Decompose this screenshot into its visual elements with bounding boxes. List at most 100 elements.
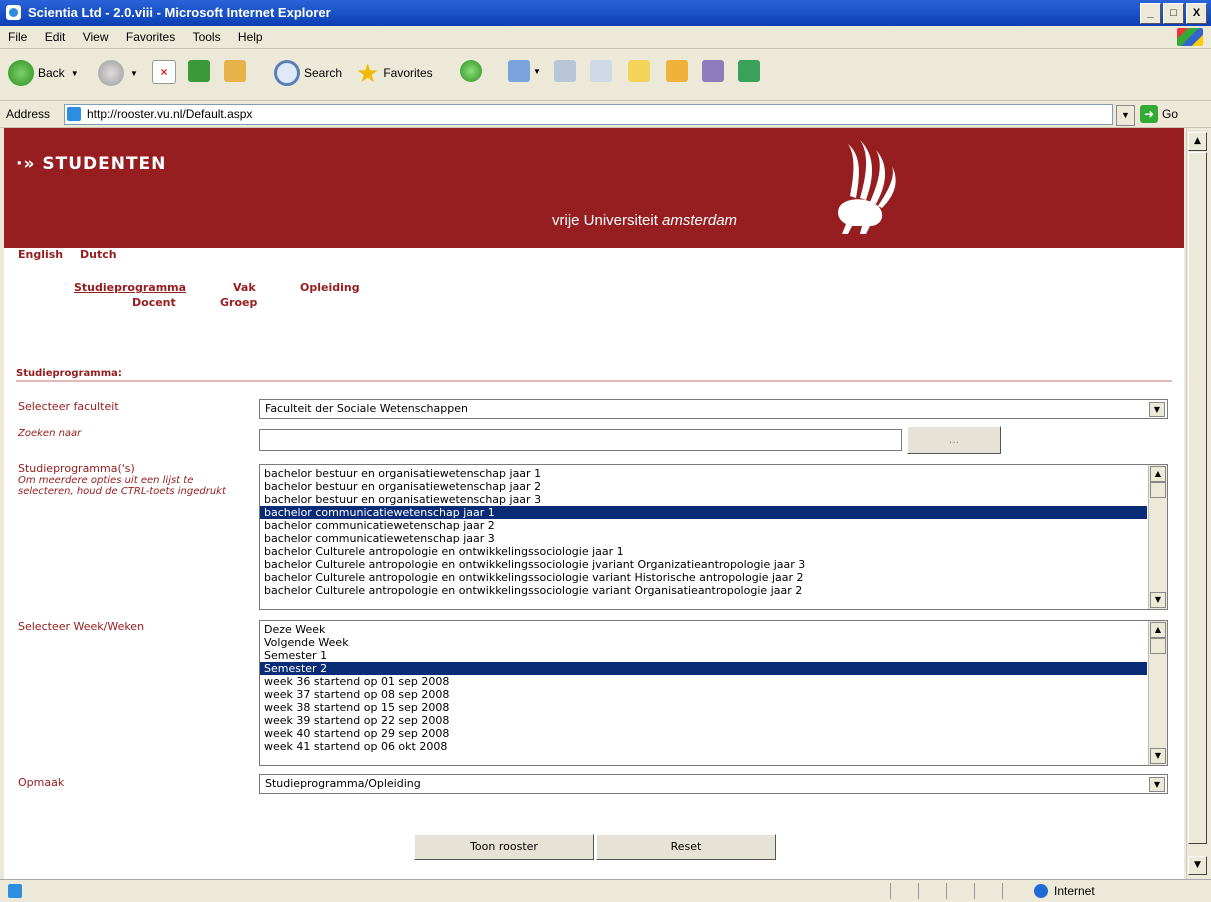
scroll-thumb[interactable] xyxy=(1188,152,1207,844)
scroll-down-icon[interactable]: ▼ xyxy=(1188,856,1207,875)
list-item[interactable]: bachelor Culturele antropologie en ontwi… xyxy=(260,571,1147,584)
back-label: Back xyxy=(38,66,65,80)
forward-button[interactable]: ▼ xyxy=(98,60,138,86)
forward-arrow-icon xyxy=(98,60,124,86)
close-button[interactable]: X xyxy=(1186,3,1207,24)
scroll-up-icon[interactable]: ▲ xyxy=(1150,466,1166,482)
window-title: Scientia Ltd - 2.0.viii - Microsoft Inte… xyxy=(28,5,331,20)
scroll-down-icon[interactable]: ▼ xyxy=(1150,748,1166,764)
list-item[interactable]: Semester 2 xyxy=(260,662,1147,675)
list-item[interactable]: bachelor communicatiewetenschap jaar 1 xyxy=(260,506,1147,519)
faculteit-select[interactable]: Faculteit der Sociale Wetenschappen ▼ xyxy=(259,399,1168,419)
list-item[interactable]: bachelor Culturele antropologie en ontwi… xyxy=(260,584,1147,597)
list-item[interactable]: bachelor Culturele antropologie en ontwi… xyxy=(260,558,1147,571)
messenger-button[interactable] xyxy=(666,60,688,82)
nav-groep-link[interactable]: Groep xyxy=(220,296,257,309)
programma-label-block: Studieprogramma('s) Om meerdere opties u… xyxy=(18,462,243,497)
list-item[interactable]: week 39 startend op 22 sep 2008 xyxy=(260,714,1147,727)
search-button-ellipsis[interactable]: ... xyxy=(907,426,1001,454)
edit-icon xyxy=(590,60,612,82)
address-bar: Address http://rooster.vu.nl/Default.asp… xyxy=(0,101,1211,128)
stop-icon: × xyxy=(152,60,176,84)
scroll-up-icon[interactable]: ▲ xyxy=(1150,622,1166,638)
reset-button[interactable]: Reset xyxy=(596,834,776,860)
programma-hint: Om meerdere opties uit een lijst te sele… xyxy=(18,475,226,497)
university-name: vrije Universiteit amsterdam xyxy=(552,212,737,229)
menu-tools[interactable]: Tools xyxy=(185,26,227,44)
opmaak-select[interactable]: Studieprogramma/Opleiding ▼ xyxy=(259,774,1168,794)
search-button[interactable]: Search xyxy=(274,60,342,86)
toon-rooster-button[interactable]: Toon rooster xyxy=(414,834,594,860)
scroll-thumb[interactable] xyxy=(1150,482,1166,498)
programma-listbox[interactable]: bachelor bestuur en organisatiewetenscha… xyxy=(259,464,1168,610)
week-listbox[interactable]: Deze Week Volgende Week Semester 1 Semester… xyxy=(259,620,1168,766)
globe-icon xyxy=(1034,884,1048,898)
list-item[interactable]: Volgende Week xyxy=(260,636,1147,649)
list-item[interactable]: Deze Week xyxy=(260,623,1147,636)
nav-vak-link[interactable]: Vak xyxy=(233,281,256,294)
address-label: Address xyxy=(6,107,51,121)
menu-help[interactable]: Help xyxy=(230,26,269,44)
menu-bar: File Edit View Favorites Tools Help xyxy=(0,26,1211,49)
home-button[interactable] xyxy=(224,60,246,82)
menu-edit[interactable]: Edit xyxy=(37,26,72,44)
stop-button[interactable]: × xyxy=(152,60,176,84)
list-item[interactable]: week 41 startend op 06 okt 2008 xyxy=(260,740,1147,753)
address-dropdown-icon[interactable]: ▼ xyxy=(1116,105,1135,126)
language-english-link[interactable]: English xyxy=(18,248,63,261)
scroll-up-icon[interactable]: ▲ xyxy=(1188,132,1207,151)
scroll-thumb[interactable] xyxy=(1150,638,1166,654)
listbox-scrollbar[interactable]: ▲ ▼ xyxy=(1148,465,1167,609)
list-item[interactable]: week 36 startend op 01 sep 2008 xyxy=(260,675,1147,688)
research-button[interactable] xyxy=(702,60,724,82)
list-item[interactable]: bachelor communicatiewetenschap jaar 2 xyxy=(260,519,1147,532)
studenten-brand: ·» STUDENTEN xyxy=(16,154,167,174)
print-button[interactable] xyxy=(554,60,576,82)
list-item[interactable]: bachelor communicatiewetenschap jaar 3 xyxy=(260,532,1147,545)
people-button[interactable] xyxy=(738,60,760,82)
status-pane xyxy=(890,883,915,899)
faculteit-label: Selecteer faculteit xyxy=(18,400,119,413)
mail-button[interactable]: ▼ xyxy=(508,60,541,82)
chevron-down-icon: ▼ xyxy=(1149,402,1165,417)
list-item[interactable]: week 37 startend op 08 sep 2008 xyxy=(260,688,1147,701)
page-status-icon xyxy=(8,884,22,898)
nav-studieprogramma-link[interactable]: Studieprogramma xyxy=(74,281,186,294)
list-item[interactable]: bachelor Culturele antropologie en ontwi… xyxy=(260,545,1147,558)
list-item[interactable]: week 38 startend op 15 sep 2008 xyxy=(260,701,1147,714)
list-item[interactable]: bachelor bestuur en organisatiewetenscha… xyxy=(260,467,1147,480)
language-dutch-link[interactable]: Dutch xyxy=(80,248,117,261)
go-button[interactable]: ➜ Go xyxy=(1140,105,1178,123)
status-pane xyxy=(946,883,971,899)
history-button[interactable] xyxy=(460,60,482,82)
refresh-button[interactable] xyxy=(188,60,210,82)
menu-file[interactable]: File xyxy=(0,26,33,44)
week-options: Deze Week Volgende Week Semester 1 Semester… xyxy=(260,621,1147,753)
minimize-button[interactable]: _ xyxy=(1140,3,1161,24)
list-item[interactable]: Semester 1 xyxy=(260,649,1147,662)
maximize-button[interactable]: □ xyxy=(1163,3,1184,24)
menu-view[interactable]: View xyxy=(75,26,115,44)
nav-docent-link[interactable]: Docent xyxy=(132,296,176,309)
status-pane xyxy=(1002,883,1027,899)
listbox-scrollbar[interactable]: ▲ ▼ xyxy=(1148,621,1167,765)
home-icon xyxy=(224,60,246,82)
page-scrollbar[interactable]: ▲ ▼ xyxy=(1186,128,1208,879)
back-button[interactable]: Back ▼ xyxy=(8,60,79,86)
ie-icon xyxy=(6,5,21,20)
menu-favorites[interactable]: Favorites xyxy=(118,26,181,44)
nav-opleiding-link[interactable]: Opleiding xyxy=(300,281,360,294)
forward-dropdown-icon: ▼ xyxy=(130,68,138,78)
list-item[interactable]: bachelor bestuur en organisatiewetenscha… xyxy=(260,480,1147,493)
opmaak-label: Opmaak xyxy=(18,776,65,789)
favorites-button[interactable]: ★ Favorites xyxy=(356,60,433,86)
scroll-down-icon[interactable]: ▼ xyxy=(1150,592,1166,608)
search-input[interactable] xyxy=(259,429,902,451)
page-icon xyxy=(67,107,81,121)
discuss-button[interactable] xyxy=(628,60,650,82)
list-item[interactable]: week 40 startend op 29 sep 2008 xyxy=(260,727,1147,740)
address-input[interactable]: http://rooster.vu.nl/Default.aspx xyxy=(64,104,1113,125)
edit-button[interactable] xyxy=(590,60,612,82)
vu-banner: ·» STUDENTEN vrije Universiteit amsterda… xyxy=(4,128,1184,248)
list-item[interactable]: bachelor bestuur en organisatiewetenscha… xyxy=(260,493,1147,506)
